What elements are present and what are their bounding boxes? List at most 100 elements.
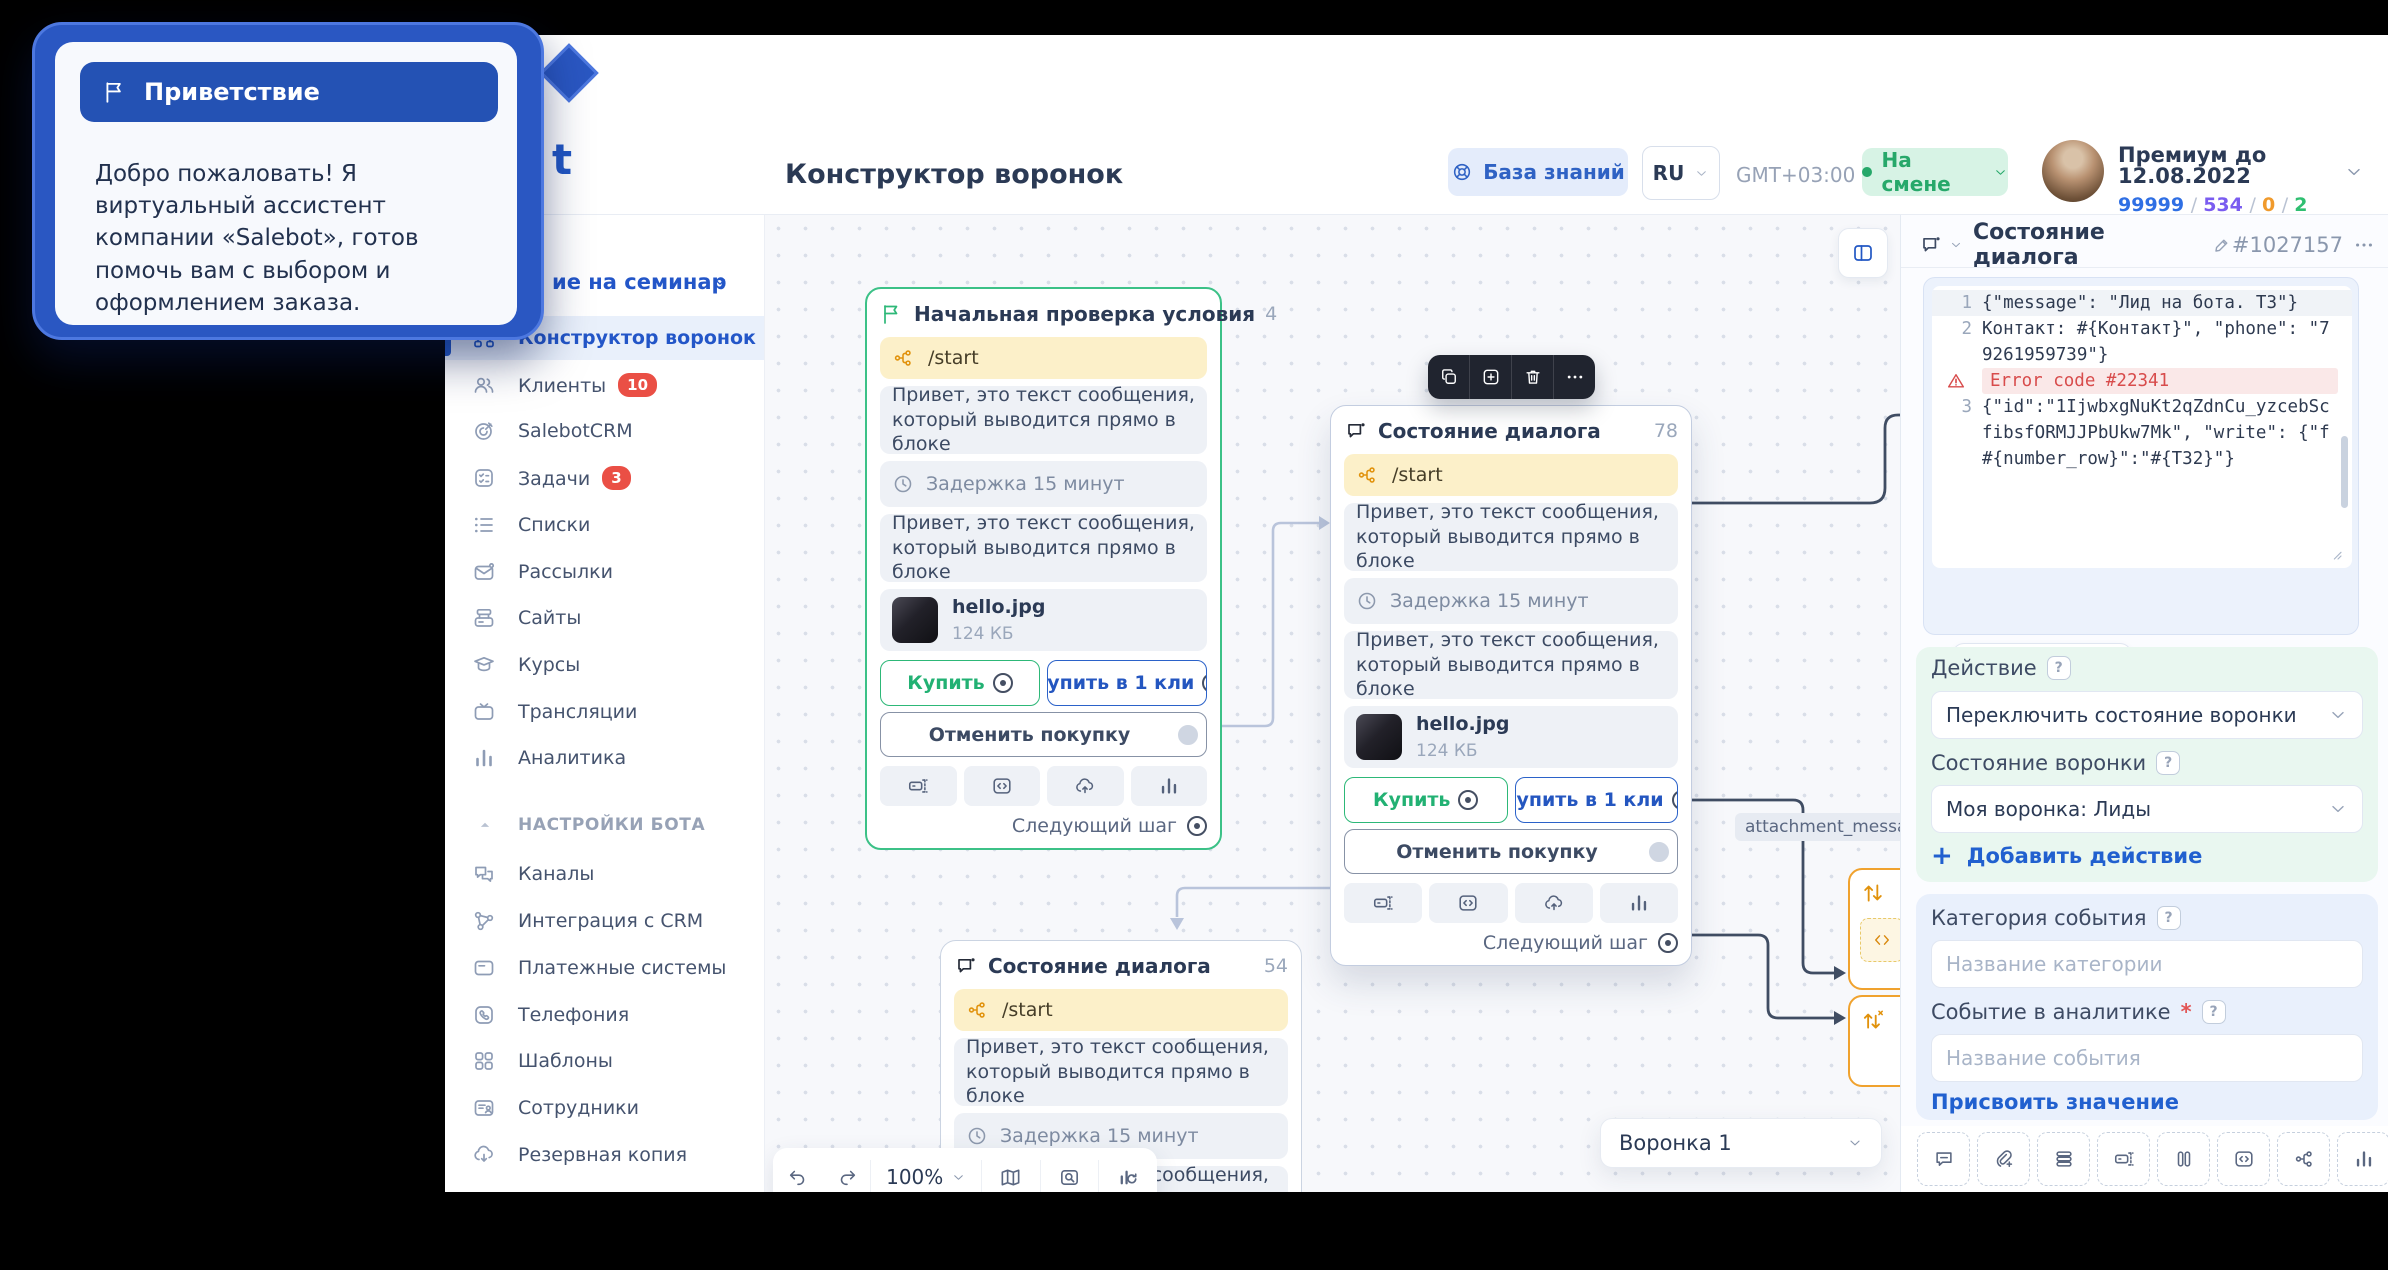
help-icon[interactable]: ? (2157, 906, 2181, 930)
buy-button[interactable]: Купить (880, 660, 1040, 706)
code-editor[interactable]: 1 {"message": "Лид на бота. ТЗ"} 2 Конта… (1932, 286, 2352, 568)
funnel-state-select[interactable]: Моя воронка: Лиды (1931, 785, 2363, 833)
duplicate-button[interactable] (1428, 355, 1470, 399)
action-select[interactable]: Переключить состояние воронки (1931, 691, 2363, 739)
sidebar-item-analytics[interactable]: Аналитика (445, 736, 765, 780)
sidebar-item-crm-integration[interactable]: Интеграция с CRM (445, 899, 765, 943)
rename-chip[interactable] (1344, 883, 1422, 923)
message-row[interactable]: Привет, это текст сообщения, который выв… (880, 386, 1207, 454)
sidebar-item-broadcasts[interactable]: Трансляции (445, 690, 765, 734)
sidebar-item-mailings[interactable]: Рассылки (445, 550, 765, 594)
code-chip[interactable] (1429, 883, 1507, 923)
minimap-button[interactable] (982, 1148, 1040, 1192)
edit-pencil-icon[interactable] (2212, 235, 2232, 255)
add-code-button[interactable] (2217, 1132, 2270, 1186)
message-row[interactable]: Привет, это текст сообщения, который выв… (954, 1038, 1288, 1106)
next-step-row[interactable]: Следующий шаг (1344, 930, 1678, 956)
upload-chip[interactable] (1047, 766, 1124, 806)
add-action-link[interactable]: + Добавить действие (1931, 843, 2202, 869)
more-icon[interactable] (2353, 234, 2375, 256)
add-button[interactable] (1470, 355, 1512, 399)
connector-port[interactable] (1202, 673, 1207, 693)
code-slot[interactable] (1860, 918, 1900, 962)
scrollbar-thumb[interactable] (2341, 436, 2348, 508)
chevron-down-icon[interactable] (1949, 238, 1963, 252)
undo-button[interactable] (773, 1148, 823, 1192)
sidebar-item-payment-systems[interactable]: Платежные системы (445, 946, 765, 990)
cancel-purchase-button[interactable]: Отменить покупку (880, 712, 1207, 757)
shift-status-select[interactable]: На смене (1862, 148, 2008, 196)
attachment-row[interactable]: hello.jpg 124 КБ (1344, 706, 1678, 768)
assign-value-link[interactable]: Присвоить значение (1931, 1090, 2179, 1114)
help-icon[interactable]: ? (2047, 656, 2071, 680)
sidebar-item-courses[interactable]: Курсы (445, 643, 765, 687)
connector-port[interactable] (1178, 725, 1198, 745)
buy-one-click-button[interactable]: Купить в 1 кли (1515, 777, 1679, 823)
add-columns-button[interactable] (2157, 1132, 2210, 1186)
rename-chip[interactable] (880, 766, 957, 806)
flow-block-start-condition[interactable]: Начальная проверка условия 4 /start Прив… (865, 287, 1222, 850)
sidebar-item-templates[interactable]: Шаблоны (445, 1039, 765, 1083)
code-chip[interactable] (964, 766, 1041, 806)
help-icon[interactable]: ? (2156, 751, 2180, 775)
funnel-canvas[interactable]: Начальная проверка условия 4 /start Прив… (765, 215, 1900, 1192)
flow-block-orange-switch[interactable] (1848, 868, 1900, 990)
add-list-button[interactable] (2037, 1132, 2090, 1186)
add-chart-button[interactable] (2337, 1132, 2388, 1186)
sidebar-section-bot-settings[interactable]: НАСТРОЙКИ БОТА (445, 805, 765, 845)
add-label-button[interactable] (2097, 1132, 2150, 1186)
sidebar-item-lists[interactable]: Списки (445, 503, 765, 547)
redo-button[interactable] (823, 1148, 871, 1192)
refresh-stats-button[interactable] (1099, 1148, 1157, 1192)
buy-button[interactable]: Купить (1344, 777, 1508, 823)
avatar[interactable] (2042, 140, 2104, 202)
help-icon[interactable]: ? (2202, 1000, 2226, 1024)
connector-port[interactable] (1658, 933, 1678, 953)
add-attachment-button[interactable] (1977, 1132, 2030, 1186)
message-row[interactable]: Привет, это текст сообщения, который выв… (1344, 503, 1678, 571)
buy-one-click-button[interactable]: Купить в 1 кли (1047, 660, 1207, 706)
add-branch-button[interactable] (2277, 1132, 2330, 1186)
connector-port[interactable] (1458, 790, 1478, 810)
connector-port[interactable] (993, 673, 1013, 693)
attachment-row[interactable]: hello.jpg 124 КБ (880, 589, 1207, 651)
delay-row[interactable]: Задержка 15 минут (1344, 578, 1678, 624)
message-row[interactable]: Привет, это текст сообщения, который выв… (1344, 631, 1678, 699)
add-message-button[interactable] (1917, 1132, 1970, 1186)
language-select[interactable]: RU (1642, 146, 1720, 200)
trigger-row[interactable]: /start (1344, 454, 1678, 496)
connector-port[interactable] (1649, 842, 1669, 862)
account-menu-chevron-icon[interactable] (2344, 162, 2364, 182)
cancel-purchase-button[interactable]: Отменить покупку (1344, 829, 1678, 874)
sidebar-item-backup[interactable]: Резервная копия (445, 1133, 765, 1177)
search-area-button[interactable] (1041, 1148, 1099, 1192)
connector-port[interactable] (1672, 790, 1678, 810)
funnel-select[interactable]: Воронка 1 (1600, 1118, 1882, 1168)
delete-button[interactable] (1512, 355, 1554, 399)
upload-chip[interactable] (1515, 883, 1593, 923)
flow-block-dialog-state-78[interactable]: Состояние диалога 78 /start Привет, это … (1330, 405, 1692, 966)
sidebar-item-salebotcrm[interactable]: SalebotCRM (445, 409, 765, 453)
event-input[interactable] (1931, 1034, 2363, 1082)
sidebar-item-telephony[interactable]: Телефония (445, 993, 765, 1037)
more-button[interactable] (1554, 355, 1595, 399)
sidebar-item-tasks[interactable]: Задачи3 (445, 456, 765, 500)
stats-chip[interactable] (1600, 883, 1678, 923)
zoom-select[interactable]: 100% (871, 1148, 980, 1192)
stats-chip[interactable] (1131, 766, 1208, 806)
trigger-row[interactable]: /start (880, 337, 1207, 379)
connector-port[interactable] (1187, 816, 1207, 836)
sidebar-item-channels[interactable]: Каналы (445, 852, 765, 896)
sidebar-item-clients[interactable]: Клиенты10 (445, 363, 765, 407)
flow-block-orange-swap[interactable] (1848, 995, 1900, 1087)
toggle-inspector-button[interactable] (1838, 228, 1888, 278)
delay-row[interactable]: Задержка 15 минут (880, 461, 1207, 507)
sidebar-item-staff[interactable]: Сотрудники (445, 1086, 765, 1130)
sidebar-item-sites[interactable]: Сайты (445, 596, 765, 640)
trigger-row[interactable]: /start (954, 989, 1288, 1031)
resize-handle-icon[interactable] (2331, 549, 2347, 565)
next-step-row[interactable]: Следующий шаг (880, 813, 1207, 839)
message-row[interactable]: Привет, это текст сообщения, который выв… (880, 514, 1207, 582)
category-input[interactable] (1931, 940, 2363, 988)
knowledge-base-button[interactable]: База знаний (1448, 148, 1628, 196)
